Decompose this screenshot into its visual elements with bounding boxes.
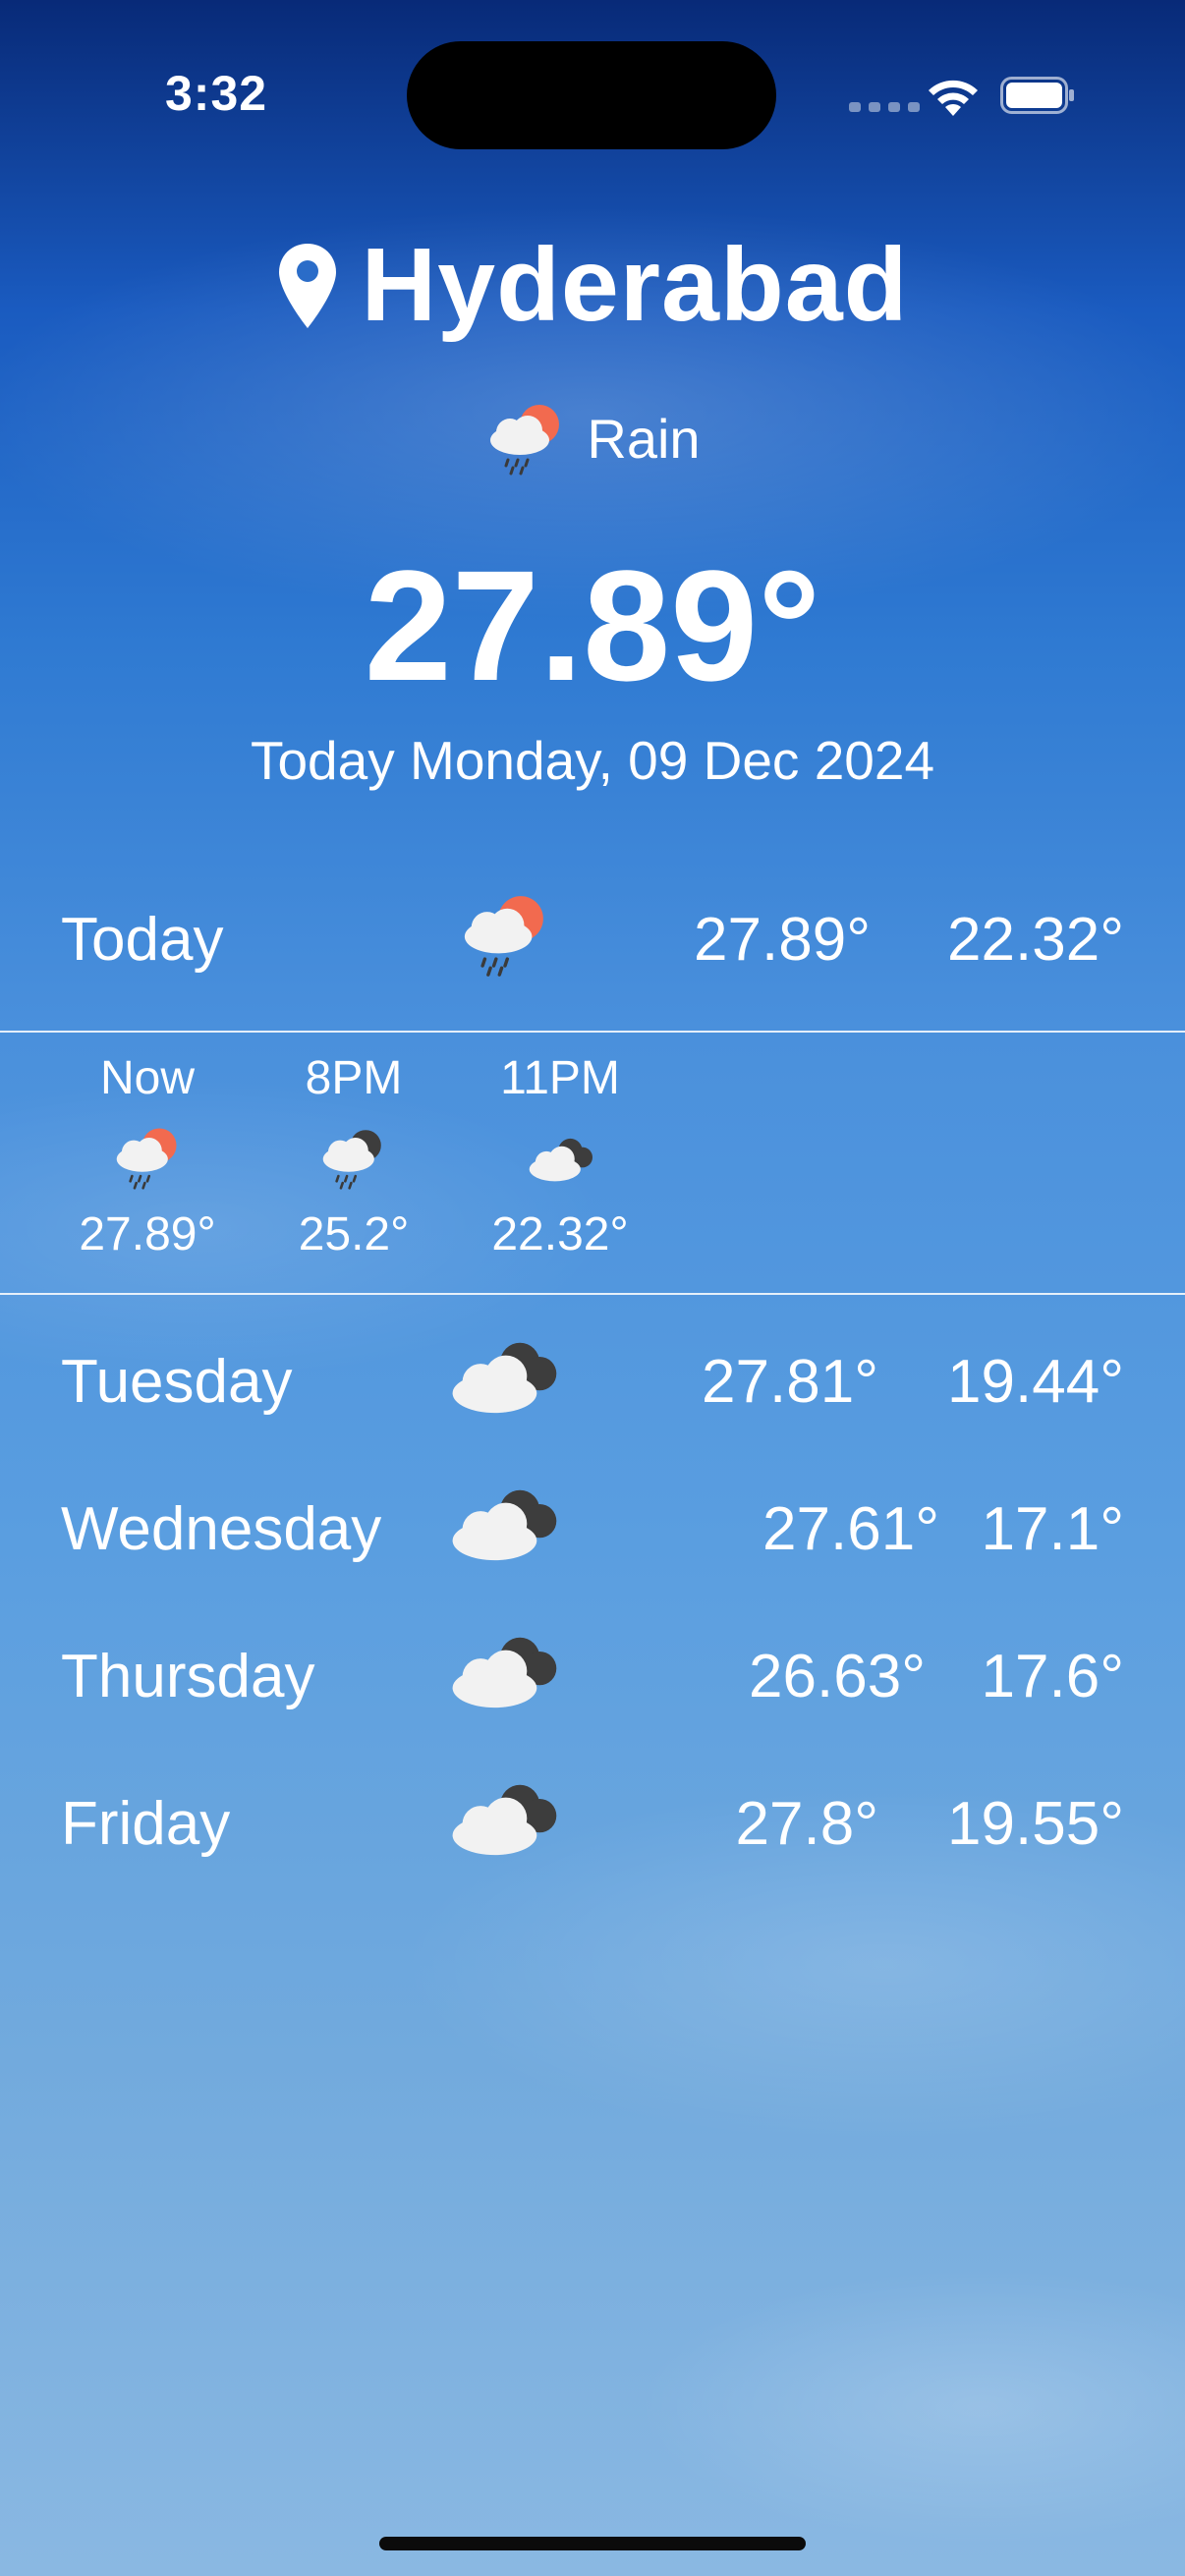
forecast-row: Tuesday 27.81° 19.44° xyxy=(0,1321,1185,1439)
low-temp: 17.6° xyxy=(981,1643,1124,1710)
current-temperature: 27.89° xyxy=(364,537,821,713)
day-label: Tuesday xyxy=(61,1348,293,1416)
day-label: Friday xyxy=(61,1790,231,1858)
forecast-row: Wednesday 27.61° 17.1° xyxy=(0,1469,1185,1587)
high-temp: 27.81° xyxy=(702,1348,878,1416)
forecast-row: Friday 27.8° 19.55° xyxy=(0,1764,1185,1881)
cloudy-icon xyxy=(452,1489,557,1561)
forecast-row: Thursday 26.63° 17.6° xyxy=(0,1616,1185,1734)
hour-label: Now xyxy=(99,1052,196,1104)
battery-icon xyxy=(1000,77,1074,114)
cloudy-icon xyxy=(452,1784,557,1856)
rain-sun-icon xyxy=(490,405,560,476)
rain-sun-icon xyxy=(464,896,543,977)
dynamic-island xyxy=(407,41,776,149)
status-time: 3:32 xyxy=(165,66,268,121)
day-label: Wednesday xyxy=(61,1495,382,1563)
cloudy-icon xyxy=(529,1138,592,1182)
low-temp: 17.1° xyxy=(981,1495,1124,1563)
rain-sun-icon xyxy=(116,1128,177,1190)
city-name: Hyderabad xyxy=(361,227,909,343)
divider xyxy=(0,1031,1185,1033)
home-indicator[interactable] xyxy=(379,2537,806,2550)
low-temp: 19.44° xyxy=(947,1348,1124,1416)
hourly-item: 11PM 22.32° xyxy=(472,1051,649,1261)
divider xyxy=(0,1293,1185,1295)
current-date: Today Monday, 09 Dec 2024 xyxy=(250,730,935,791)
low-temp: 22.32° xyxy=(947,906,1124,974)
high-temp: 27.8° xyxy=(735,1790,878,1858)
high-temp: 26.63° xyxy=(749,1643,926,1710)
location-header: Hyderabad xyxy=(0,226,1185,345)
hour-label: 11PM xyxy=(500,1052,620,1104)
low-temp: 19.55° xyxy=(947,1790,1124,1858)
hourly-item: Now 27.89° xyxy=(59,1051,236,1261)
cloudy-icon xyxy=(452,1342,557,1414)
high-temp: 27.61° xyxy=(762,1495,939,1563)
current-condition: Rain xyxy=(0,401,1185,476)
cloudy-icon xyxy=(452,1637,557,1708)
hour-label: 8PM xyxy=(305,1052,403,1104)
location-pin-icon xyxy=(278,243,336,328)
day-label: Thursday xyxy=(61,1643,315,1710)
hour-temp: 25.2° xyxy=(298,1208,410,1260)
day-label: Today xyxy=(61,906,224,974)
wifi-icon xyxy=(929,80,978,116)
today-row: Today 27.89° 22.32° xyxy=(0,879,1185,997)
cellular-signal-icon xyxy=(849,102,920,112)
hour-temp: 22.32° xyxy=(491,1208,629,1260)
hour-temp: 27.89° xyxy=(79,1208,216,1260)
rain-cloud-icon xyxy=(322,1130,381,1190)
high-temp: 27.89° xyxy=(694,906,871,974)
condition-label: Rain xyxy=(587,407,701,470)
hourly-item: 8PM 25.2° xyxy=(265,1051,442,1261)
